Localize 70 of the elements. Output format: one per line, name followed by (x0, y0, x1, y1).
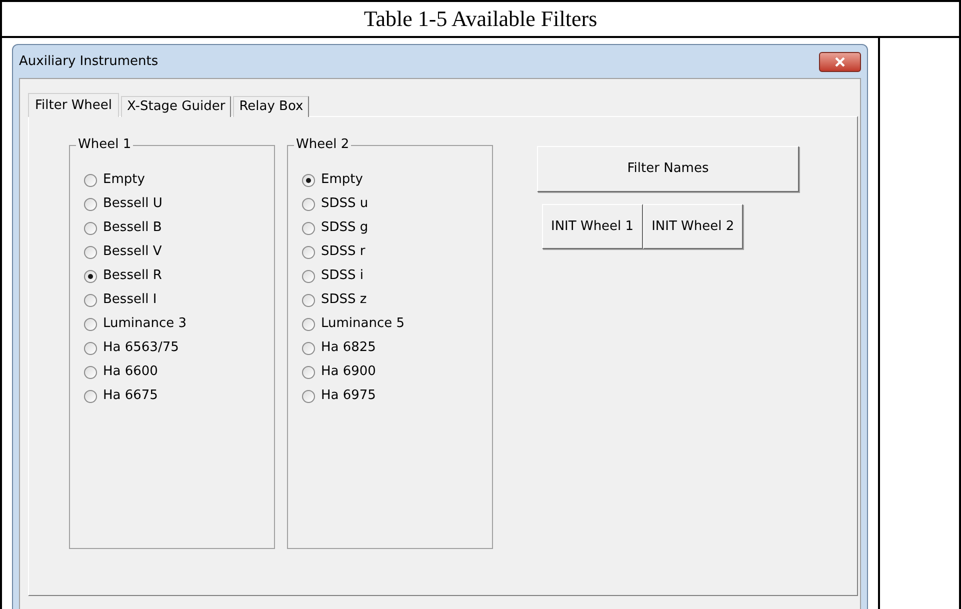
radio-label: Empty (321, 171, 363, 190)
close-button[interactable] (819, 52, 861, 72)
filter-names-button[interactable]: Filter Names (537, 146, 799, 192)
radio-button[interactable] (302, 366, 315, 378)
radio-label: Bessell I (103, 291, 157, 310)
radio-label: SDSS r (321, 243, 366, 262)
radio-option[interactable]: Bessell U (84, 192, 274, 216)
radio-option[interactable]: SDSS g (302, 216, 492, 240)
radio-option[interactable]: Empty (302, 168, 492, 192)
radio-option[interactable]: Ha 6563/75 (84, 336, 274, 360)
radio-button[interactable] (302, 294, 315, 306)
radio-option[interactable]: Empty (84, 168, 274, 192)
radio-option[interactable]: SDSS i (302, 264, 492, 288)
radio-option[interactable]: SDSS z (302, 288, 492, 312)
radio-label: Ha 6975 (321, 387, 376, 406)
radio-label: Bessell V (103, 243, 162, 262)
radio-button[interactable] (84, 246, 97, 258)
close-icon (835, 56, 845, 66)
radio-option[interactable]: Luminance 3 (84, 312, 274, 336)
radio-label: SDSS i (321, 267, 364, 286)
radio-option[interactable]: Bessell R (84, 264, 274, 288)
radio-button[interactable] (84, 318, 97, 330)
radio-label: Bessell B (103, 219, 162, 238)
radio-option[interactable]: Ha 6900 (302, 360, 492, 384)
radio-button[interactable] (302, 174, 315, 186)
radio-option[interactable]: Ha 6975 (302, 384, 492, 408)
radio-option[interactable]: SDSS u (302, 192, 492, 216)
radio-label: Bessell R (103, 267, 162, 286)
radio-option[interactable]: Bessell V (84, 240, 274, 264)
radio-button[interactable] (84, 174, 97, 186)
radio-button[interactable] (302, 198, 315, 210)
tab[interactable]: X-Stage Guider (121, 96, 232, 117)
radio-button[interactable] (84, 270, 97, 282)
radio-button[interactable] (84, 390, 97, 402)
radio-button[interactable] (84, 366, 97, 378)
window-title: Auxiliary Instruments (19, 52, 158, 71)
radio-option[interactable]: SDSS r (302, 240, 492, 264)
radio-button[interactable] (84, 294, 97, 306)
radio-option[interactable]: Luminance 5 (302, 312, 492, 336)
radio-label: Ha 6600 (103, 363, 158, 382)
radio-option[interactable]: Ha 6600 (84, 360, 274, 384)
radio-button[interactable] (302, 318, 315, 330)
radio-label: Luminance 3 (103, 315, 187, 334)
radio-option[interactable]: Ha 6825 (302, 336, 492, 360)
radio-label: Ha 6563/75 (103, 339, 179, 358)
tab[interactable]: Relay Box (233, 96, 310, 117)
radio-button[interactable] (302, 246, 315, 258)
init-wheel-button[interactable]: INIT Wheel 1 (542, 204, 643, 249)
radio-label: SDSS u (321, 195, 368, 214)
radio-label: Bessell U (103, 195, 162, 214)
radio-label: Ha 6825 (321, 339, 376, 358)
radio-button[interactable] (302, 342, 315, 354)
tab[interactable]: Filter Wheel (28, 93, 120, 117)
radio-button[interactable] (84, 198, 97, 210)
radio-label: Ha 6900 (321, 363, 376, 382)
radio-button[interactable] (84, 342, 97, 354)
table-caption: Table 1-5 Available Filters (2, 2, 959, 38)
radio-label: Ha 6675 (103, 387, 158, 406)
radio-button[interactable] (84, 222, 97, 234)
radio-label: Luminance 5 (321, 315, 405, 334)
radio-button[interactable] (302, 270, 315, 282)
radio-label: Empty (103, 171, 145, 190)
radio-label: SDSS g (321, 219, 368, 238)
radio-button[interactable] (302, 222, 315, 234)
radio-option[interactable]: Bessell I (84, 288, 274, 312)
radio-option[interactable]: Bessell B (84, 216, 274, 240)
radio-label: SDSS z (321, 291, 367, 310)
radio-button[interactable] (302, 390, 315, 402)
init-wheel-button[interactable]: INIT Wheel 2 (642, 204, 744, 249)
radio-option[interactable]: Ha 6675 (84, 384, 274, 408)
